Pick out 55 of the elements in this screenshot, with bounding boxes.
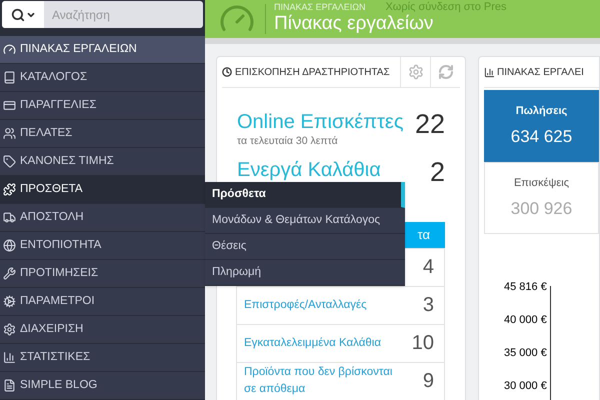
metric-value: 22 (414, 110, 445, 138)
metric-value: 2 (430, 158, 445, 186)
truck-icon (3, 211, 16, 224)
metric-label: Online Επισκέπτες (237, 110, 404, 134)
document-icon (3, 379, 16, 392)
row-value: 3 (422, 293, 434, 318)
metric-label: Ενεργά Καλάθια (237, 158, 381, 182)
axis-label: 30 000 € (504, 379, 547, 393)
gauge-icon (3, 43, 16, 56)
submenu-item[interactable]: Πληρωμή (205, 260, 405, 286)
metric-note: τα τελευταία 30 λεπτά (237, 134, 339, 149)
page-title: Πίνακας εργαλείων (274, 12, 434, 36)
settings-icon (408, 64, 424, 80)
list-row[interactable]: Επιστροφές/Ανταλλαγές 3 (237, 286, 444, 325)
refresh-icon (438, 64, 454, 80)
clock-icon (222, 67, 232, 77)
users-icon (3, 127, 16, 140)
panel-title: ΕΠΙΣΚΟΠΗΣΗ ΔΡΑΣΤΗΡΙΟΤΗΤΑΣ (235, 66, 391, 80)
row-label: Εγκαταλελειμμένα Καλάθια (244, 336, 382, 351)
puzzle-icon (3, 183, 16, 196)
row-value: 10 (412, 331, 434, 356)
kpi-value: 300 926 (510, 198, 572, 220)
globe-icon (3, 239, 16, 252)
settings-icon (3, 323, 16, 336)
bar-chart-icon (3, 351, 16, 364)
sidebar-item[interactable]: ΠΡΟΣΘΕΤΑ (0, 176, 205, 204)
axis-label: 45 816 € (504, 280, 547, 294)
kpi-label: Πωλήσεις (516, 104, 568, 119)
cogs-icon (3, 295, 16, 308)
wrench-icon (3, 267, 16, 280)
bar-chart-icon (484, 66, 495, 78)
panel-title: ΠΙΝΑΚΑΣ ΕΡΓΑΛΕΙ (497, 66, 584, 80)
row-label: Προϊόντα που δεν βρίσκονται σε απόθεμα (244, 365, 394, 398)
kpi-value: 634 625 (510, 126, 572, 148)
list-row[interactable]: Προϊόντα που δεν βρίσκονται σε απόθεμα 9 (237, 362, 444, 400)
tag-icon (3, 155, 16, 168)
submenu-item[interactable]: Μονάδων & Θεμάτων Κατάλογος (205, 208, 405, 234)
kpi-tile[interactable]: Επισκέψεις 300 926 (484, 162, 599, 234)
row-value: 9 (422, 369, 434, 394)
breadcrumb: ΠΙΝΑΚΑΣ ΕΡΓΑΛΕΙΩΝ (274, 2, 366, 12)
axis-label: 35 000 € (504, 346, 547, 360)
search-field[interactable]: Αναζήτηση (2, 1, 203, 28)
credit-card-icon (3, 99, 16, 112)
book-icon (3, 71, 16, 84)
row-value: 4 (422, 255, 434, 280)
axis-label: 40 000 € (504, 313, 547, 327)
sidebar-item[interactable]: ΠΙΝΑΚΑΣ ΕΡΓΑΛΕΙΩΝ (0, 36, 205, 64)
submenu-item[interactable]: Θέσεις (205, 234, 405, 260)
row-label: Επιστροφές/Ανταλλαγές (244, 298, 368, 313)
search-button[interactable] (2, 1, 44, 28)
kpi-tile[interactable]: Πωλήσεις 634 625 (484, 90, 599, 162)
search-icon (10, 8, 24, 22)
list-row[interactable]: Εγκαταλελειμμένα Καλάθια 10 (237, 324, 444, 363)
submenu-item[interactable]: Πρόσθετα (205, 182, 405, 208)
kpi-label: Επισκέψεις (514, 176, 570, 191)
